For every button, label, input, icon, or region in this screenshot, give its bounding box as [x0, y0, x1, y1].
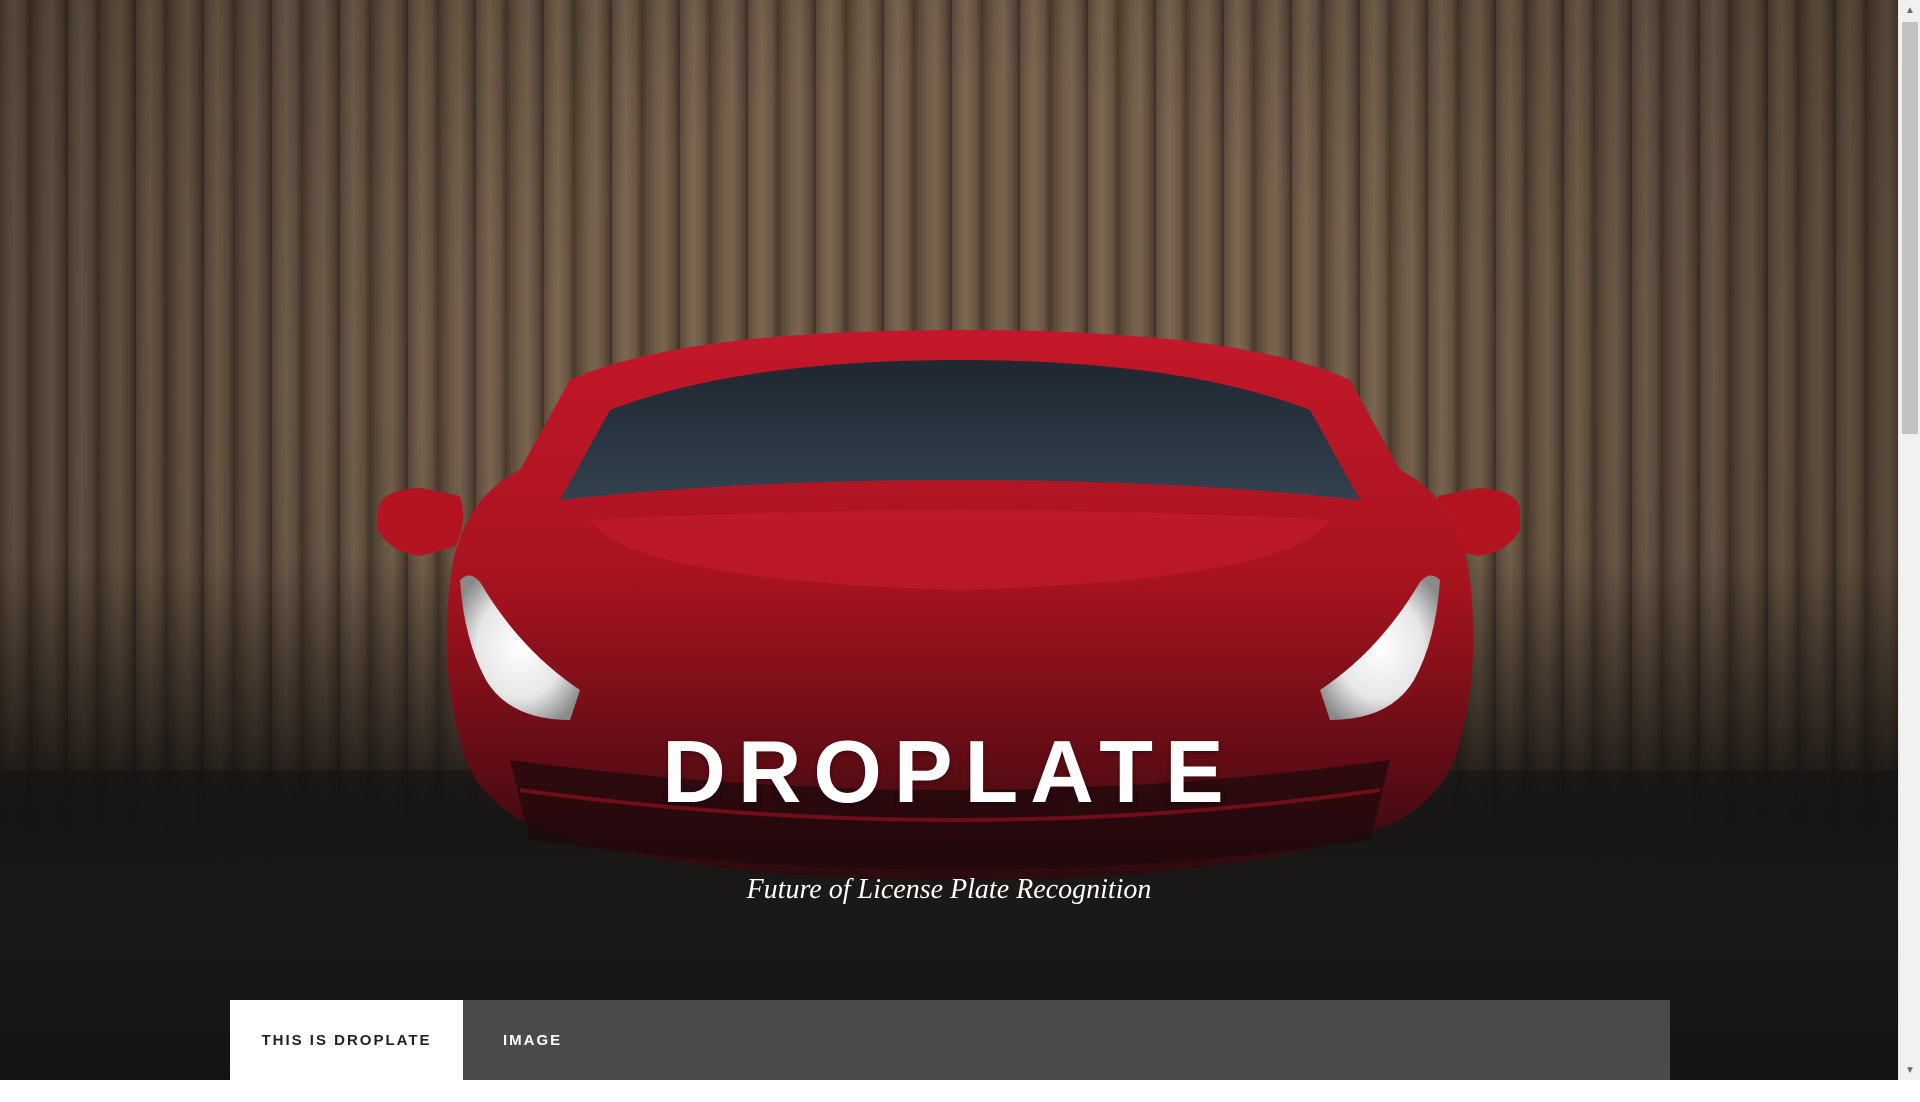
scroll-up-icon[interactable]: ▲ [1899, 0, 1920, 20]
vertical-scrollbar[interactable]: ▲ ▼ [1898, 0, 1920, 1080]
site-tagline: Future of License Plate Recognition [746, 874, 1152, 905]
main-nav: THIS IS DROPLATE IMAGE [230, 1000, 1670, 1080]
site-title: DROPLATE [662, 722, 1236, 821]
scroll-down-icon[interactable]: ▼ [1899, 1060, 1920, 1080]
page: DROPLATE Future of License Plate Recogni… [0, 0, 1898, 1080]
bottom-strip [0, 1080, 1920, 1102]
nav-item-image[interactable]: IMAGE [463, 1000, 602, 1080]
nav-item-this-is-droplate[interactable]: THIS IS DROPLATE [230, 1000, 463, 1080]
car-image [378, 330, 1520, 880]
scroll-thumb[interactable] [1902, 22, 1918, 434]
